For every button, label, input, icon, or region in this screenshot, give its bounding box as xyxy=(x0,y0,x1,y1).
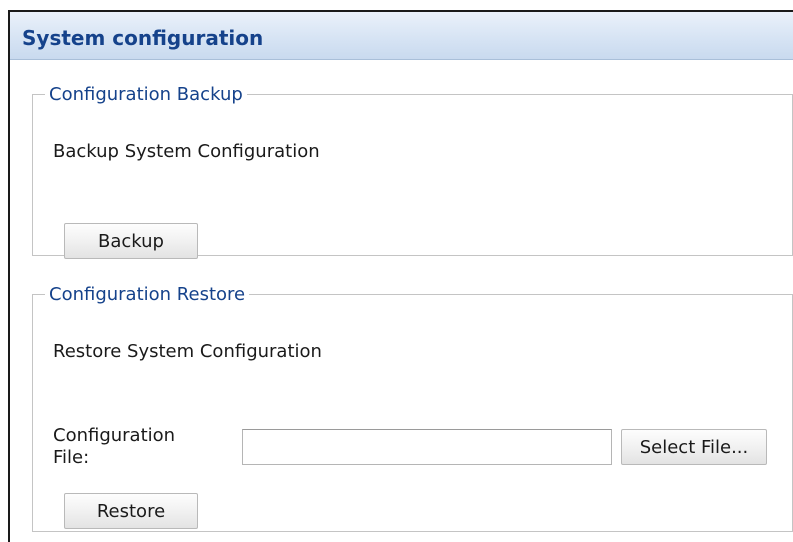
select-file-button[interactable]: Select File... xyxy=(621,429,767,465)
restore-button[interactable]: Restore xyxy=(64,493,198,529)
backup-button[interactable]: Backup xyxy=(64,223,198,259)
configuration-restore-section: Configuration Restore Restore System Con… xyxy=(32,284,793,532)
system-configuration-panel: System configuration Configuration Backu… xyxy=(8,10,793,542)
configuration-backup-legend: Configuration Backup xyxy=(49,84,243,105)
backup-description: Backup System Configuration xyxy=(53,141,320,162)
restore-description: Restore System Configuration xyxy=(53,341,322,362)
configuration-file-label-line1: Configuration xyxy=(53,425,176,446)
configuration-backup-section: Configuration Backup Backup System Confi… xyxy=(32,84,793,259)
configuration-file-label: Configuration File: xyxy=(53,425,213,469)
panel-title: System configuration xyxy=(22,26,264,50)
configuration-file-input[interactable] xyxy=(242,429,612,465)
configuration-file-label-line2: File: xyxy=(53,447,90,468)
panel-header: System configuration xyxy=(10,12,793,60)
configuration-restore-legend: Configuration Restore xyxy=(49,284,246,305)
